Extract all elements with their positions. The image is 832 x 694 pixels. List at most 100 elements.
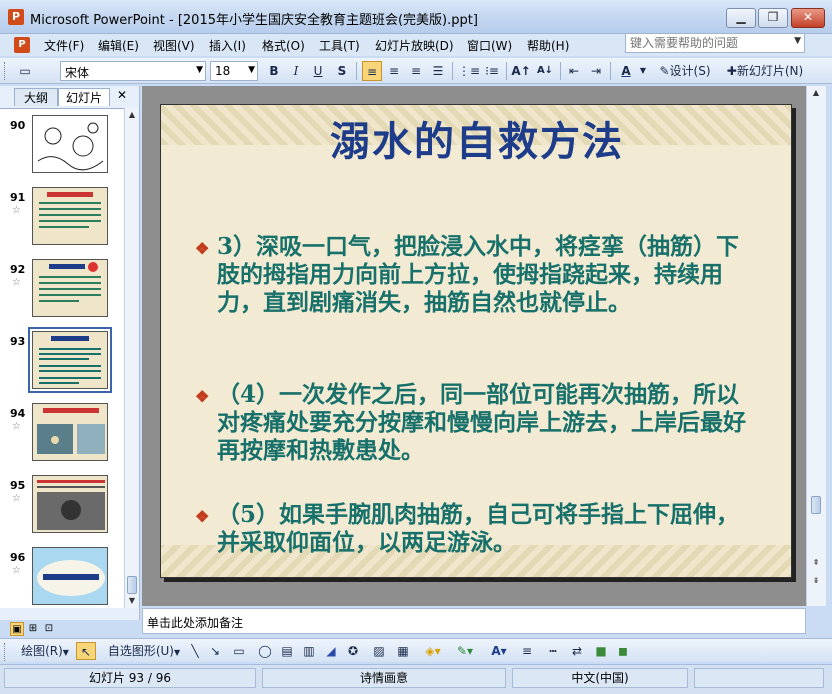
wordart-icon[interactable]: ◢: [322, 642, 340, 660]
shrink-font-button[interactable]: A↓: [534, 61, 556, 81]
slide-thumbnail-95[interactable]: [32, 475, 108, 533]
draw-menu-button[interactable]: 绘图(R)▼: [18, 642, 72, 660]
language-indicator: 中文(中国): [512, 668, 688, 688]
line-tool-icon[interactable]: ╲: [186, 642, 204, 660]
scrollbar-thumb[interactable]: [811, 496, 821, 514]
grow-font-button[interactable]: A↑: [510, 61, 532, 81]
font-color-icon[interactable]: A▾: [486, 642, 512, 660]
slide-thumbnail-96[interactable]: [32, 547, 108, 605]
align-right-icon[interactable]: ≡: [406, 61, 426, 81]
3d-style-icon[interactable]: ◼: [614, 642, 632, 660]
bullet-item[interactable]: ❖ 3）深吸一口气，把脸浸入水中，将痉挛（抽筋）下肢的拇指用力向前上方拉，使拇指…: [195, 233, 755, 317]
picture-icon[interactable]: ▦: [394, 642, 412, 660]
font-size-select[interactable]: 18 ▼: [210, 61, 258, 81]
align-center-icon[interactable]: ≡: [384, 61, 404, 81]
toolbar-grip[interactable]: [4, 643, 7, 661]
menu-view[interactable]: 视图(V): [153, 37, 195, 54]
minimize-button[interactable]: ▁: [726, 8, 756, 28]
thumb-number: 91: [10, 191, 26, 204]
decrease-indent-icon[interactable]: ⇤: [564, 61, 584, 81]
status-empty-cell: [694, 668, 824, 688]
menu-tools[interactable]: 工具(T): [319, 37, 360, 54]
scrollbar-thumb[interactable]: [127, 576, 137, 594]
tab-outline[interactable]: 大纲: [14, 88, 58, 106]
toolbar-grip[interactable]: [4, 62, 7, 80]
slides-panel: 大纲 幻灯片 ✕ 90 91 ☆ 92 ☆ 93 94 ☆ 95 ☆ 96 ☆ …: [0, 86, 140, 620]
select-cursor-icon[interactable]: ↖: [76, 642, 96, 660]
slideshow-icon[interactable]: ⊡: [42, 622, 56, 636]
bullet-diamond-icon: ❖: [195, 387, 210, 406]
clipart-icon[interactable]: ▨: [370, 642, 388, 660]
close-icon[interactable]: ✕: [117, 88, 127, 102]
slide-scrollbar[interactable]: ▲ ⇞ ⇟: [806, 86, 826, 606]
rectangle-tool-icon[interactable]: ▭: [228, 642, 250, 660]
thumb-number: 95: [10, 479, 26, 492]
font-name-select[interactable]: 宋体 ▼: [60, 61, 206, 81]
new-document-icon[interactable]: ▭: [14, 61, 36, 81]
menu-file[interactable]: 文件(F): [44, 37, 84, 54]
thumbnail-scrollbar[interactable]: ▲ ▼: [124, 108, 138, 608]
new-slide-button[interactable]: ✚新幻灯片(N): [720, 61, 810, 81]
close-button[interactable]: ✕: [791, 8, 825, 28]
menu-insert[interactable]: 插入(I): [209, 37, 246, 54]
numbering-icon[interactable]: ⋮≡: [458, 61, 480, 81]
bullets-icon[interactable]: ⁝≡: [482, 61, 502, 81]
chevron-down-icon[interactable]: ▼: [794, 36, 801, 46]
menu-slideshow[interactable]: 幻灯片放映(D): [375, 37, 454, 54]
shadow-style-icon[interactable]: ■: [592, 642, 610, 660]
menu-format[interactable]: 格式(O): [262, 37, 305, 54]
slide-sorter-icon[interactable]: ⊞: [26, 622, 40, 636]
arrow-tool-icon[interactable]: ↘: [206, 642, 224, 660]
slide-thumbnail-92[interactable]: [32, 259, 108, 317]
line-style-icon[interactable]: ≡: [518, 642, 536, 660]
slide-thumbnail-91[interactable]: [32, 187, 108, 245]
toolbar-separator: [610, 62, 611, 80]
bullet-item[interactable]: ❖ （4）一次发作之后，同一部位可能再次抽筋，所以对疼痛处要充分按摩和慢慢向岸上…: [195, 381, 755, 465]
help-search-input[interactable]: [626, 34, 786, 52]
diagram-icon[interactable]: ✪: [344, 642, 362, 660]
menu-help[interactable]: 帮助(H): [527, 37, 569, 54]
slide-thumbnail-94[interactable]: [32, 403, 108, 461]
chevron-down-icon: ▼: [248, 65, 255, 75]
vertical-textbox-icon[interactable]: ▥: [300, 642, 318, 660]
menu-window[interactable]: 窗口(W): [467, 37, 512, 54]
scroll-up-icon[interactable]: ▲: [809, 86, 823, 100]
fill-color-icon[interactable]: ◈▾: [420, 642, 446, 660]
help-search-box[interactable]: ▼: [625, 33, 805, 53]
bold-button[interactable]: B: [264, 61, 284, 81]
current-slide[interactable]: 溺水的自救方法 ❖ 3）深吸一口气，把脸浸入水中，将痉挛（抽筋）下肢的拇指用力向…: [160, 104, 792, 578]
underline-button[interactable]: U: [308, 61, 328, 81]
chevron-down-icon[interactable]: ▼: [638, 61, 648, 81]
dash-style-icon[interactable]: ┅: [544, 642, 562, 660]
design-button[interactable]: ✎设计(S): [654, 61, 716, 81]
autoshapes-button[interactable]: 自选图形(U)▼: [104, 642, 184, 660]
font-color-icon[interactable]: A: [614, 61, 638, 81]
slide-title[interactable]: 溺水的自救方法: [161, 109, 791, 167]
italic-button[interactable]: I: [286, 61, 306, 81]
next-slide-icon[interactable]: ⇟: [809, 574, 823, 588]
thumb-number: 92: [10, 263, 26, 276]
previous-slide-icon[interactable]: ⇞: [809, 556, 823, 570]
document-menu-icon[interactable]: P: [14, 37, 30, 53]
distribute-icon[interactable]: ☰: [428, 61, 448, 81]
arrow-style-icon[interactable]: ⇄: [568, 642, 586, 660]
normal-view-icon[interactable]: ▣: [10, 622, 24, 636]
textbox-tool-icon[interactable]: ▤: [278, 642, 296, 660]
restore-button[interactable]: ❐: [758, 8, 788, 28]
line-color-icon[interactable]: ✎▾: [452, 642, 478, 660]
slide-thumbnail-93[interactable]: [28, 327, 112, 393]
menu-edit[interactable]: 编辑(E): [98, 37, 139, 54]
tab-slides[interactable]: 幻灯片: [58, 88, 110, 106]
slide-thumbnail-90[interactable]: [32, 115, 108, 173]
slide-thumbnail-list: 90 91 ☆ 92 ☆ 93 94 ☆ 95 ☆ 96 ☆: [0, 108, 124, 608]
notes-pane[interactable]: 单击此处添加备注: [142, 608, 806, 634]
toolbar-separator: [560, 62, 561, 80]
align-left-icon[interactable]: ≡: [362, 61, 382, 81]
bullet-item[interactable]: ❖ （5）如果手腕肌肉抽筋，自己可将手指上下屈伸，并采取仰面位，以两足游泳。: [195, 501, 755, 557]
scroll-up-icon[interactable]: ▲: [125, 108, 139, 122]
increase-indent-icon[interactable]: ⇥: [586, 61, 606, 81]
oval-tool-icon[interactable]: ◯: [254, 642, 276, 660]
slide-preview: [39, 336, 101, 384]
shadow-button[interactable]: S: [332, 61, 352, 81]
scroll-down-icon[interactable]: ▼: [125, 594, 139, 608]
